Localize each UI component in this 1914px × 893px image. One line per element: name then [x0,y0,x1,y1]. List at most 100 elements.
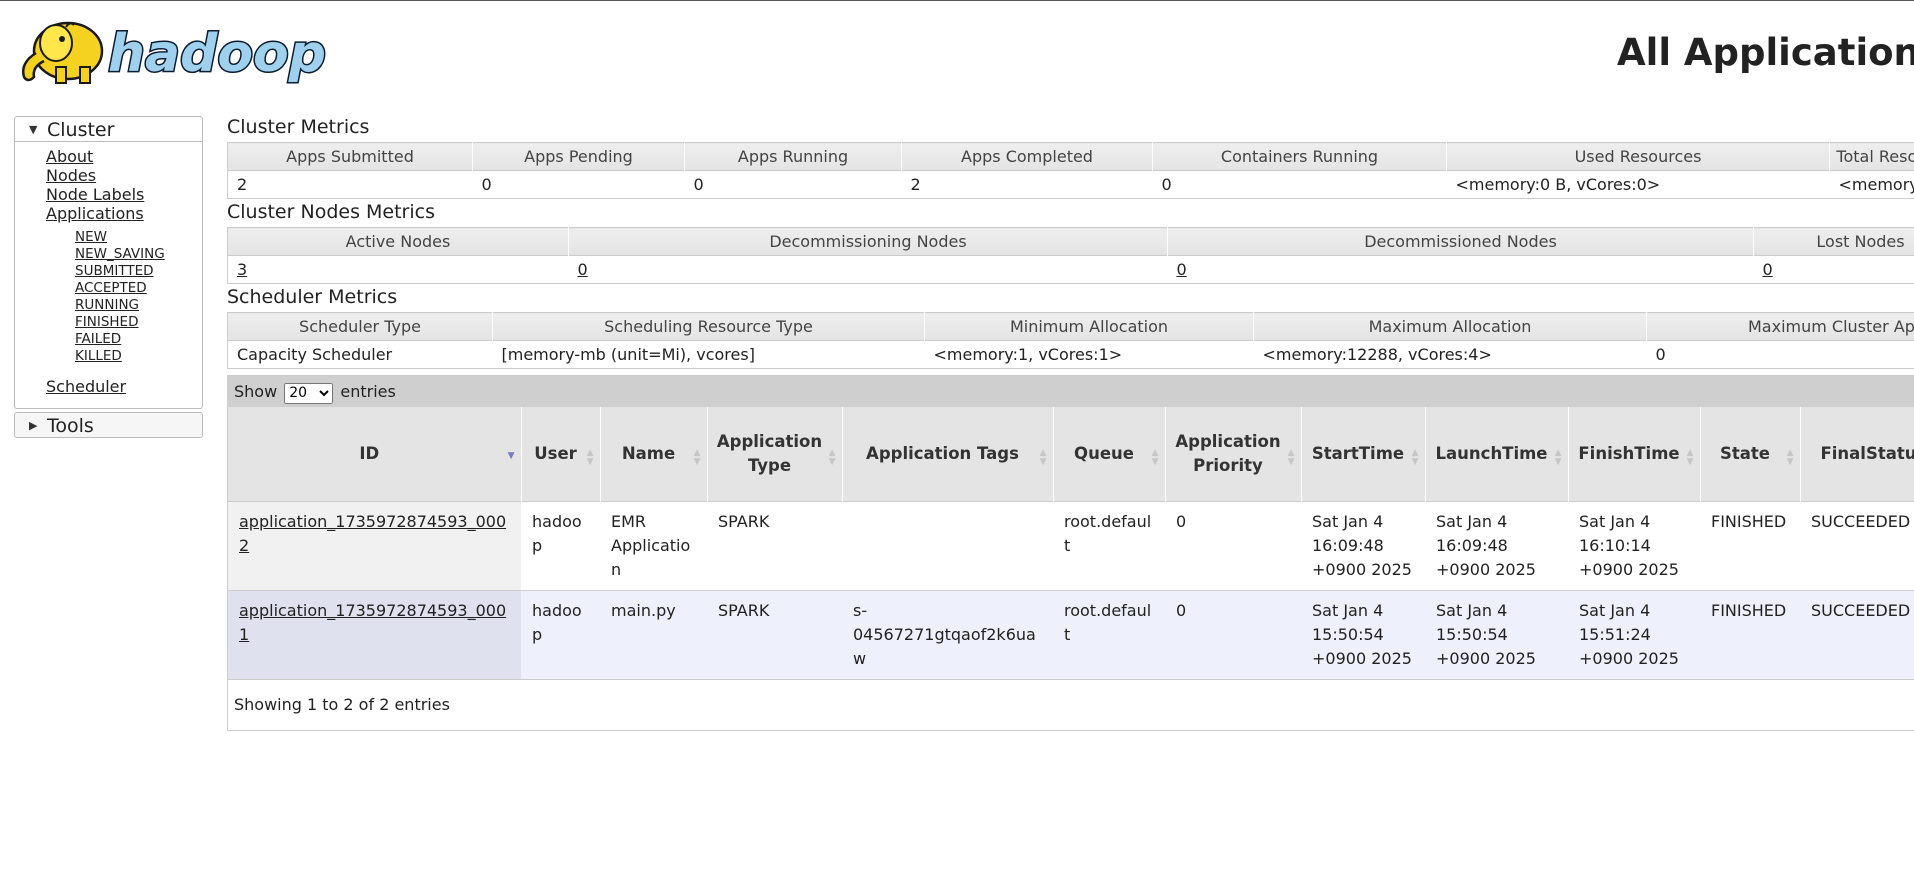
sort-both-icon: ▲ ▼ [1039,448,1047,467]
decommissioning-nodes-link[interactable]: 0 [578,260,588,279]
app-state: FINISHED [1700,590,1800,679]
sort-both-icon: ▲ ▼ [828,448,836,467]
metric-header: Maximum Allocation [1253,312,1647,341]
nav-state-finished-link[interactable]: FINISHED [75,314,202,331]
nav-node-labels-link[interactable]: Node Labels [46,185,202,204]
cluster-metrics-table: Apps Submitted Apps Pending Apps Running… [227,142,1914,199]
metric-value: <memory [1829,170,1914,199]
nav-state-failed-link[interactable]: FAILED [75,331,202,348]
nav-state-running-link[interactable]: RUNNING [75,297,202,314]
table-info: Showing 1 to 2 of 2 entries [228,679,1914,730]
metric-value: 0 [1152,170,1447,199]
column-header-launchtime[interactable]: LaunchTime ▲ ▼ [1425,407,1569,502]
svg-text:hadoop: hadoop [108,24,326,84]
column-header-queue[interactable]: Queue ▲ ▼ [1053,407,1166,502]
nav-about-link[interactable]: About [46,147,202,166]
metric-value: <memory:12288, vCores:4> [1253,340,1647,369]
column-header-tags[interactable]: Application Tags ▲ ▼ [842,407,1054,502]
app-starttime: Sat Jan 4 16:09:48 +0900 2025 [1301,501,1425,591]
app-name: EMR Application [600,501,707,591]
column-header-id[interactable]: ID ▼ [228,407,522,502]
app-state: FINISHED [1700,501,1800,591]
sort-both-icon: ▲ ▼ [1554,448,1562,467]
triangle-right-icon: ▶ [29,419,38,432]
app-state-links: NEW NEW_SAVING SUBMITTED ACCEPTED RUNNIN… [15,229,202,365]
cluster-metrics-title: Cluster Metrics [227,116,370,138]
metric-value: <memory:1, vCores:1> [924,340,1254,369]
app-priority: 0 [1165,501,1301,591]
metric-header: Minimum Allocation [924,312,1254,341]
app-launchtime: Sat Jan 4 16:09:48 +0900 2025 [1425,501,1568,591]
column-header-state[interactable]: State ▲ ▼ [1700,407,1801,502]
nav-state-submitted-link[interactable]: SUBMITTED [75,263,202,280]
sort-both-icon: ▲ ▼ [586,448,594,467]
sort-both-icon: ▲ ▼ [1287,448,1295,467]
tools-header-label: Tools [47,415,94,437]
metric-header: Decommissioning Nodes [568,227,1168,256]
page-size-select[interactable]: 102050100 [284,382,334,404]
metric-header: Decommissioned Nodes [1167,227,1754,256]
column-header-finalstatus[interactable]: FinalStatus [1800,407,1914,502]
metric-header: Used Resources [1446,142,1830,171]
nav-state-killed-link[interactable]: KILLED [75,348,202,365]
show-label: Show [234,382,278,401]
active-nodes-link[interactable]: 3 [237,260,247,279]
metric-value: 2 [227,170,473,199]
page-length-control: Show 102050100 entries [228,376,1914,407]
metric-header: Scheduling Resource Type [492,312,925,341]
nodes-metrics-table: Active Nodes Decommissioning Nodes Decom… [227,227,1914,284]
column-header-type[interactable]: Application Type ▲ ▼ [707,407,843,502]
page-title: All Applications [1617,31,1914,74]
app-priority: 0 [1165,590,1301,679]
nav-state-new-saving-link[interactable]: NEW_SAVING [75,246,202,263]
sort-both-icon: ▲ ▼ [1151,448,1159,467]
entries-label: entries [340,382,396,401]
metric-header: Apps Running [684,142,902,171]
application-id-link[interactable]: application_1735972874593_0002 [239,512,506,555]
metric-header: Scheduler Type [227,312,493,341]
nav-applications-link[interactable]: Applications [46,204,202,223]
scheduler-metrics-table: Scheduler Type Scheduling Resource Type … [227,312,1914,369]
cluster-header-label: Cluster [47,119,115,141]
app-type: SPARK [707,501,842,591]
column-header-starttime[interactable]: StartTime ▲ ▼ [1301,407,1426,502]
app-type: SPARK [707,590,842,679]
hadoop-logo: hadoop [16,11,346,91]
metric-value: Capacity Scheduler [227,340,493,369]
sort-both-icon: ▲ ▼ [1786,448,1794,467]
sidebar: ▼ Cluster About Nodes Node Labels Applic… [14,116,203,438]
metric-value: [memory-mb (unit=Mi), vcores] [492,340,925,369]
nav-nodes-link[interactable]: Nodes [46,166,202,185]
nav-state-accepted-link[interactable]: ACCEPTED [75,280,202,297]
app-tags: s-04567271gtqaof2k6uaw [842,590,1053,679]
cluster-accordion-body: About Nodes Node Labels Applications NEW… [14,142,203,409]
nav-state-new-link[interactable]: NEW [75,229,202,246]
app-user: hadoop [521,501,600,591]
app-user: hadoop [521,590,600,679]
hadoop-elephant-icon: hadoop [22,21,328,86]
column-header-name[interactable]: Name ▲ ▼ [600,407,708,502]
main-content: Cluster Metrics Apps Submitted Apps Pend… [227,114,1914,731]
tools-accordion-header[interactable]: ▶ Tools [14,412,203,438]
metric-header: Apps Pending [472,142,685,171]
lost-nodes-link[interactable]: 0 [1763,260,1773,279]
metric-value: 0 [1646,340,1914,369]
decommissioned-nodes-link[interactable]: 0 [1177,260,1187,279]
metric-value: 0 [684,170,902,199]
metric-value: <memory:0 B, vCores:0> [1446,170,1830,199]
applications-table: ID ▼ User ▲ ▼ Name ▲ ▼ Application Type ▲ ▼ App… [228,407,1914,679]
app-finalstatus: SUCCEEDED [1800,590,1914,679]
sort-both-icon: ▲ ▼ [1411,448,1419,467]
column-header-user[interactable]: User ▲ ▼ [521,407,601,502]
cluster-accordion-header[interactable]: ▼ Cluster [14,116,203,142]
app-finishtime: Sat Jan 4 16:10:14 +0900 2025 [1568,501,1700,591]
application-id-link[interactable]: application_1735972874593_0001 [239,601,506,644]
column-header-finishtime[interactable]: FinishTime ▲ ▼ [1568,407,1701,502]
metric-header: Apps Submitted [227,142,473,171]
metric-value: 0 [472,170,685,199]
metric-header: Total Resources [1829,142,1914,171]
metric-value: 2 [901,170,1153,199]
column-header-priority[interactable]: Application Priority ▲ ▼ [1165,407,1302,502]
nav-scheduler-link[interactable]: Scheduler [46,377,202,396]
scheduler-metrics-title: Scheduler Metrics [227,286,398,308]
